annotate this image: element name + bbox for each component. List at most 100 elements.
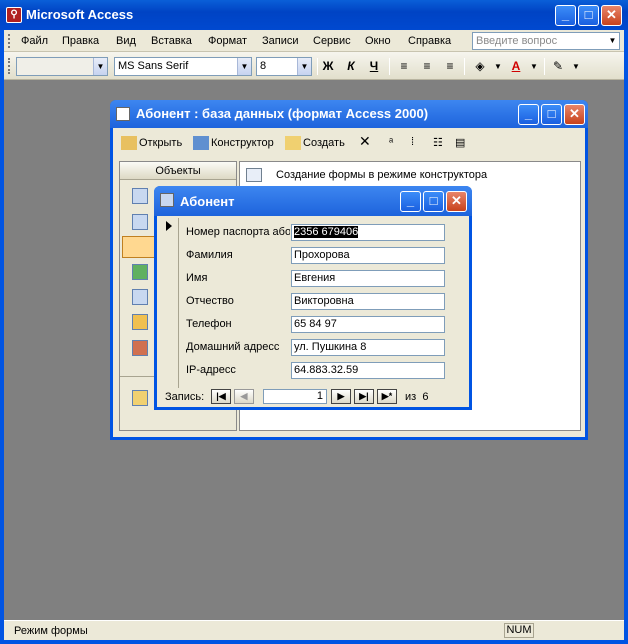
database-window-title: Абонент : база данных (формат Access 200… [136, 106, 429, 121]
record-count: из 6 [405, 391, 428, 403]
passport-field[interactable]: 2356 679406 [291, 224, 445, 241]
toolbar-grip[interactable] [8, 34, 11, 48]
help-search-box[interactable]: Введите вопрос ▼ [472, 32, 620, 50]
status-bar: Режим формы NUM [4, 620, 624, 640]
minimize-button[interactable]: _ [555, 5, 576, 26]
app-titlebar[interactable]: ⚲ Microsoft Access _ □ ✕ [0, 0, 628, 30]
record-navigation-bar: Запись: |◀ ◀ 1 ▶ ▶| ▶* из 6 [159, 388, 467, 406]
menu-help[interactable]: Справка [408, 35, 451, 47]
new-record-icon[interactable]: ▶* [377, 389, 397, 404]
forms-icon[interactable] [122, 236, 156, 258]
num-lock-indicator: NUM [504, 623, 534, 638]
design-button[interactable]: Конструктор [193, 136, 274, 150]
database-window-titlebar[interactable]: Абонент : база данных (формат Access 200… [110, 100, 588, 128]
align-left-icon[interactable]: ≡ [394, 57, 414, 76]
phone-field[interactable]: 65 84 97 [291, 316, 445, 333]
form-window-titlebar[interactable]: Абонент _ □ ✕ [154, 186, 472, 216]
surname-field[interactable]: Прохорова [291, 247, 445, 264]
help-placeholder: Введите вопрос [476, 35, 558, 47]
align-right-icon[interactable]: ≡ [440, 57, 460, 76]
line-color-icon[interactable]: ✎ [548, 57, 568, 76]
reports-icon[interactable] [132, 264, 148, 280]
design-label: Конструктор [211, 136, 274, 149]
previous-record-icon[interactable]: ◀ [234, 389, 254, 404]
macros-icon[interactable] [132, 314, 148, 330]
delete-icon[interactable]: ✕ [359, 133, 371, 150]
fill-color-icon[interactable]: ◈ [470, 57, 490, 76]
db-maximize-button[interactable]: □ [541, 104, 562, 125]
menu-edit[interactable]: Правка [62, 35, 99, 47]
chevron-down-icon[interactable]: ▼ [237, 58, 251, 75]
status-text: Режим формы [14, 625, 88, 637]
list-item[interactable]: Создание формы в режиме конструктора [246, 168, 487, 182]
menu-format[interactable]: Формат [208, 35, 247, 47]
favorites-icon[interactable] [132, 390, 148, 406]
patronymic-field[interactable]: Викторовна [291, 293, 445, 310]
database-toolbar: Открыть Конструктор Создать ✕ ᵃ ⁞ ☷ ▤ [113, 128, 585, 156]
database-icon[interactable] [116, 107, 130, 121]
open-label: Открыть [139, 136, 183, 149]
current-record-arrow-icon [166, 221, 172, 231]
menu-tools[interactable]: Сервис [313, 35, 351, 47]
form-minimize-button[interactable]: _ [400, 191, 421, 212]
first-record-icon[interactable]: |◀ [211, 389, 231, 404]
access-icon[interactable]: ⚲ [6, 7, 22, 23]
passport-value: 2356 679406 [294, 226, 359, 238]
modules-icon[interactable] [132, 340, 148, 356]
pages-icon[interactable] [132, 289, 148, 305]
menu-window[interactable]: Окно [365, 35, 391, 47]
create-label: Создать [303, 136, 345, 149]
menu-records[interactable]: Записи [262, 35, 299, 47]
field-label: Имя [186, 272, 208, 284]
create-icon [285, 136, 301, 150]
create-button[interactable]: Создать [285, 136, 345, 150]
db-close-button[interactable]: ✕ [564, 104, 585, 125]
next-record-icon[interactable]: ▶ [331, 389, 351, 404]
underline-button[interactable]: Ч [364, 57, 384, 76]
chevron-down-icon[interactable]: ▼ [297, 58, 311, 75]
separator [464, 58, 465, 75]
large-icons-icon[interactable]: ᵃ [389, 136, 393, 148]
maximize-button[interactable]: □ [578, 5, 599, 26]
tables-icon[interactable] [132, 188, 148, 204]
italic-button[interactable]: К [341, 57, 361, 76]
form-maximize-button[interactable]: □ [423, 191, 444, 212]
field-label: IP-адресс [186, 364, 236, 376]
record-selector[interactable] [159, 218, 179, 388]
name-field[interactable]: Евгения [291, 270, 445, 287]
form-close-button[interactable]: ✕ [446, 191, 467, 212]
font-size-value: 8 [260, 60, 267, 72]
small-icons-icon[interactable]: ⁞ [411, 136, 414, 148]
object-combo[interactable]: ▼ [16, 57, 108, 76]
toolbar-grip[interactable] [8, 58, 11, 74]
menu-insert[interactable]: Вставка [151, 35, 192, 47]
address-field[interactable]: ул. Пушкина 8 [291, 339, 445, 356]
form-icon[interactable] [160, 193, 174, 207]
db-minimize-button[interactable]: _ [518, 104, 539, 125]
field-label: Номер паспорта або [186, 226, 290, 238]
of-label: из [405, 391, 417, 403]
last-record-icon[interactable]: ▶| [354, 389, 374, 404]
open-button[interactable]: Открыть [121, 136, 182, 150]
font-name-combo[interactable]: MS Sans Serif ▼ [114, 57, 252, 76]
menu-view[interactable]: Вид [116, 35, 136, 47]
align-center-icon[interactable]: ≡ [417, 57, 437, 76]
close-button[interactable]: ✕ [601, 5, 622, 26]
field-label: Отчество [186, 295, 234, 307]
queries-icon[interactable] [132, 214, 148, 230]
current-record-input[interactable]: 1 [263, 389, 327, 404]
chevron-down-icon[interactable]: ▼ [566, 57, 586, 76]
design-form-icon [246, 168, 262, 182]
list-item-label: Создание формы в режиме конструктора [276, 168, 488, 181]
chevron-down-icon[interactable]: ▼ [488, 57, 508, 76]
menu-file[interactable]: Файл [21, 35, 48, 47]
ip-address-field[interactable]: 64.883.32.59 [291, 362, 445, 379]
bold-button[interactable]: Ж [318, 57, 338, 76]
details-view-icon[interactable]: ▤ [455, 136, 465, 149]
chevron-down-icon[interactable]: ▼ [93, 58, 107, 75]
font-size-combo[interactable]: 8 ▼ [256, 57, 312, 76]
chevron-down-icon[interactable]: ▼ [524, 57, 544, 76]
font-color-icon[interactable]: A [506, 57, 526, 76]
chevron-down-icon[interactable]: ▼ [607, 34, 618, 48]
list-view-icon[interactable]: ☷ [433, 136, 443, 149]
